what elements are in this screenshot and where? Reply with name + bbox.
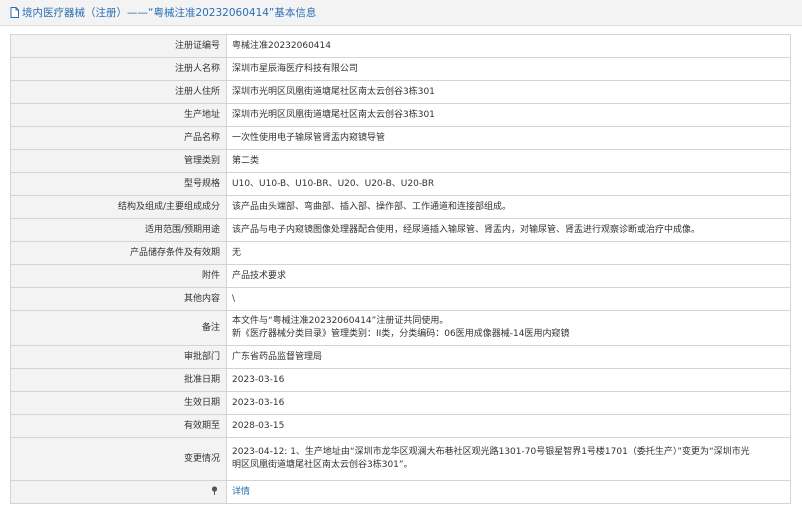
row-value: \ [226, 287, 791, 311]
table-row: 批准日期 2023-03-16 [10, 368, 791, 392]
row-label: 产品名称 [10, 126, 227, 150]
row-label: 适用范围/预期用途 [10, 218, 227, 242]
row-value: 第二类 [226, 149, 791, 173]
row-label: 注册证编号 [10, 34, 227, 58]
pin-icon [211, 485, 218, 495]
footer-label [10, 480, 227, 504]
row-value: 2028-03-15 [226, 414, 791, 438]
table-row: 生产地址 深圳市光明区凤凰街道塘尾社区南太云创谷3栋301 [10, 103, 791, 127]
row-value: 该产品与电子内窥镜图像处理器配合使用，经尿道插入输尿管、肾盂内，对输尿管、肾盂进… [226, 218, 791, 242]
row-label: 型号规格 [10, 172, 227, 196]
table-row: 详情 [10, 480, 791, 504]
row-label: 审批部门 [10, 345, 227, 369]
table-row: 变更情况 2023-04-12: 1、生产地址由“深圳市龙华区观澜大布巷社区观光… [10, 437, 791, 481]
table-row: 适用范围/预期用途 该产品与电子内窥镜图像处理器配合使用，经尿道插入输尿管、肾盂… [10, 218, 791, 242]
remarks-line: 新《医疗器械分类目录》管理类别：II类，分类编码：06医用成像器械-14医用内窥… [232, 329, 570, 339]
changes-line: 2023-04-12: 1、生产地址由“深圳市龙华区观澜大布巷社区观光路1301… [232, 447, 750, 457]
table-row: 其他内容 \ [10, 287, 791, 311]
table-row: 注册人名称 深圳市星辰海医疗科技有限公司 [10, 57, 791, 81]
row-value: 一次性使用电子输尿管肾盂内窥镜导管 [226, 126, 791, 150]
row-label: 注册人名称 [10, 57, 227, 81]
title-main: “粤械注准20232060414”基本信息 [148, 7, 317, 19]
row-label: 有效期至 [10, 414, 227, 438]
table-row: 有效期至 2028-03-15 [10, 414, 791, 438]
row-label: 生产地址 [10, 103, 227, 127]
details-link[interactable]: 详情 [232, 487, 250, 497]
table-row: 型号规格 U10、U10-B、U10-BR、U20、U20-B、U20-BR [10, 172, 791, 196]
row-label: 注册人住所 [10, 80, 227, 104]
page: 境内医疗器械（注册）——“粤械注准20232060414”基本信息 注册证编号 … [0, 0, 802, 518]
info-table: 注册证编号 粤械注准20232060414 注册人名称 深圳市星辰海医疗科技有限… [10, 34, 791, 504]
row-value: 粤械注准20232060414 [226, 34, 791, 58]
row-label: 批准日期 [10, 368, 227, 392]
row-label: 生效日期 [10, 391, 227, 415]
table-row: 审批部门 广东省药品监督管理局 [10, 345, 791, 369]
row-value: 深圳市光明区凤凰街道塘尾社区南太云创谷3栋301 [226, 103, 791, 127]
row-value: 深圳市光明区凤凰街道塘尾社区南太云创谷3栋301 [226, 80, 791, 104]
changes-line: 明区凤凰街道塘尾社区南太云创谷3栋301”。 [232, 460, 413, 470]
table-row: 管理类别 第二类 [10, 149, 791, 173]
row-label: 其他内容 [10, 287, 227, 311]
title-separator: —— [127, 7, 148, 19]
changes-value: 2023-04-12: 1、生产地址由“深圳市龙华区观澜大布巷社区观光路1301… [226, 437, 791, 481]
row-label: 管理类别 [10, 149, 227, 173]
table-row: 附件 产品技术要求 [10, 264, 791, 288]
row-label: 结构及组成/主要组成成分 [10, 195, 227, 219]
row-value: 无 [226, 241, 791, 265]
table-row: 备注 本文件与“粤械注准20232060414”注册证共同使用。 新《医疗器械分… [10, 310, 791, 346]
row-value: 2023-03-16 [226, 391, 791, 415]
table-row: 注册证编号 粤械注准20232060414 [10, 34, 791, 58]
row-value: U10、U10-B、U10-BR、U20、U20-B、U20-BR [226, 172, 791, 196]
table-row: 结构及组成/主要组成成分 该产品由头端部、弯曲部、插入部、操作部、工作通道和连接… [10, 195, 791, 219]
document-icon [10, 7, 19, 18]
row-value: 广东省药品监督管理局 [226, 345, 791, 369]
table-row: 产品储存条件及有效期 无 [10, 241, 791, 265]
page-title: 境内医疗器械（注册）——“粤械注准20232060414”基本信息 [22, 5, 316, 20]
table-row: 生效日期 2023-03-16 [10, 391, 791, 415]
row-value: 该产品由头端部、弯曲部、插入部、操作部、工作通道和连接部组成。 [226, 195, 791, 219]
row-value: 2023-03-16 [226, 368, 791, 392]
row-label: 附件 [10, 264, 227, 288]
title-prefix: 境内医疗器械（注册） [22, 7, 127, 19]
remarks-line: 本文件与“粤械注准20232060414”注册证共同使用。 [232, 316, 449, 326]
row-value: 深圳市星辰海医疗科技有限公司 [226, 57, 791, 81]
row-value: 产品技术要求 [226, 264, 791, 288]
row-label: 产品储存条件及有效期 [10, 241, 227, 265]
remarks-label: 备注 [10, 310, 227, 346]
remarks-value: 本文件与“粤械注准20232060414”注册证共同使用。 新《医疗器械分类目录… [226, 310, 791, 346]
table-row: 产品名称 一次性使用电子输尿管肾盂内窥镜导管 [10, 126, 791, 150]
title-bar: 境内医疗器械（注册）——“粤械注准20232060414”基本信息 [0, 0, 802, 26]
footer-value: 详情 [226, 480, 791, 504]
changes-label: 变更情况 [10, 437, 227, 481]
table-row: 注册人住所 深圳市光明区凤凰街道塘尾社区南太云创谷3栋301 [10, 80, 791, 104]
